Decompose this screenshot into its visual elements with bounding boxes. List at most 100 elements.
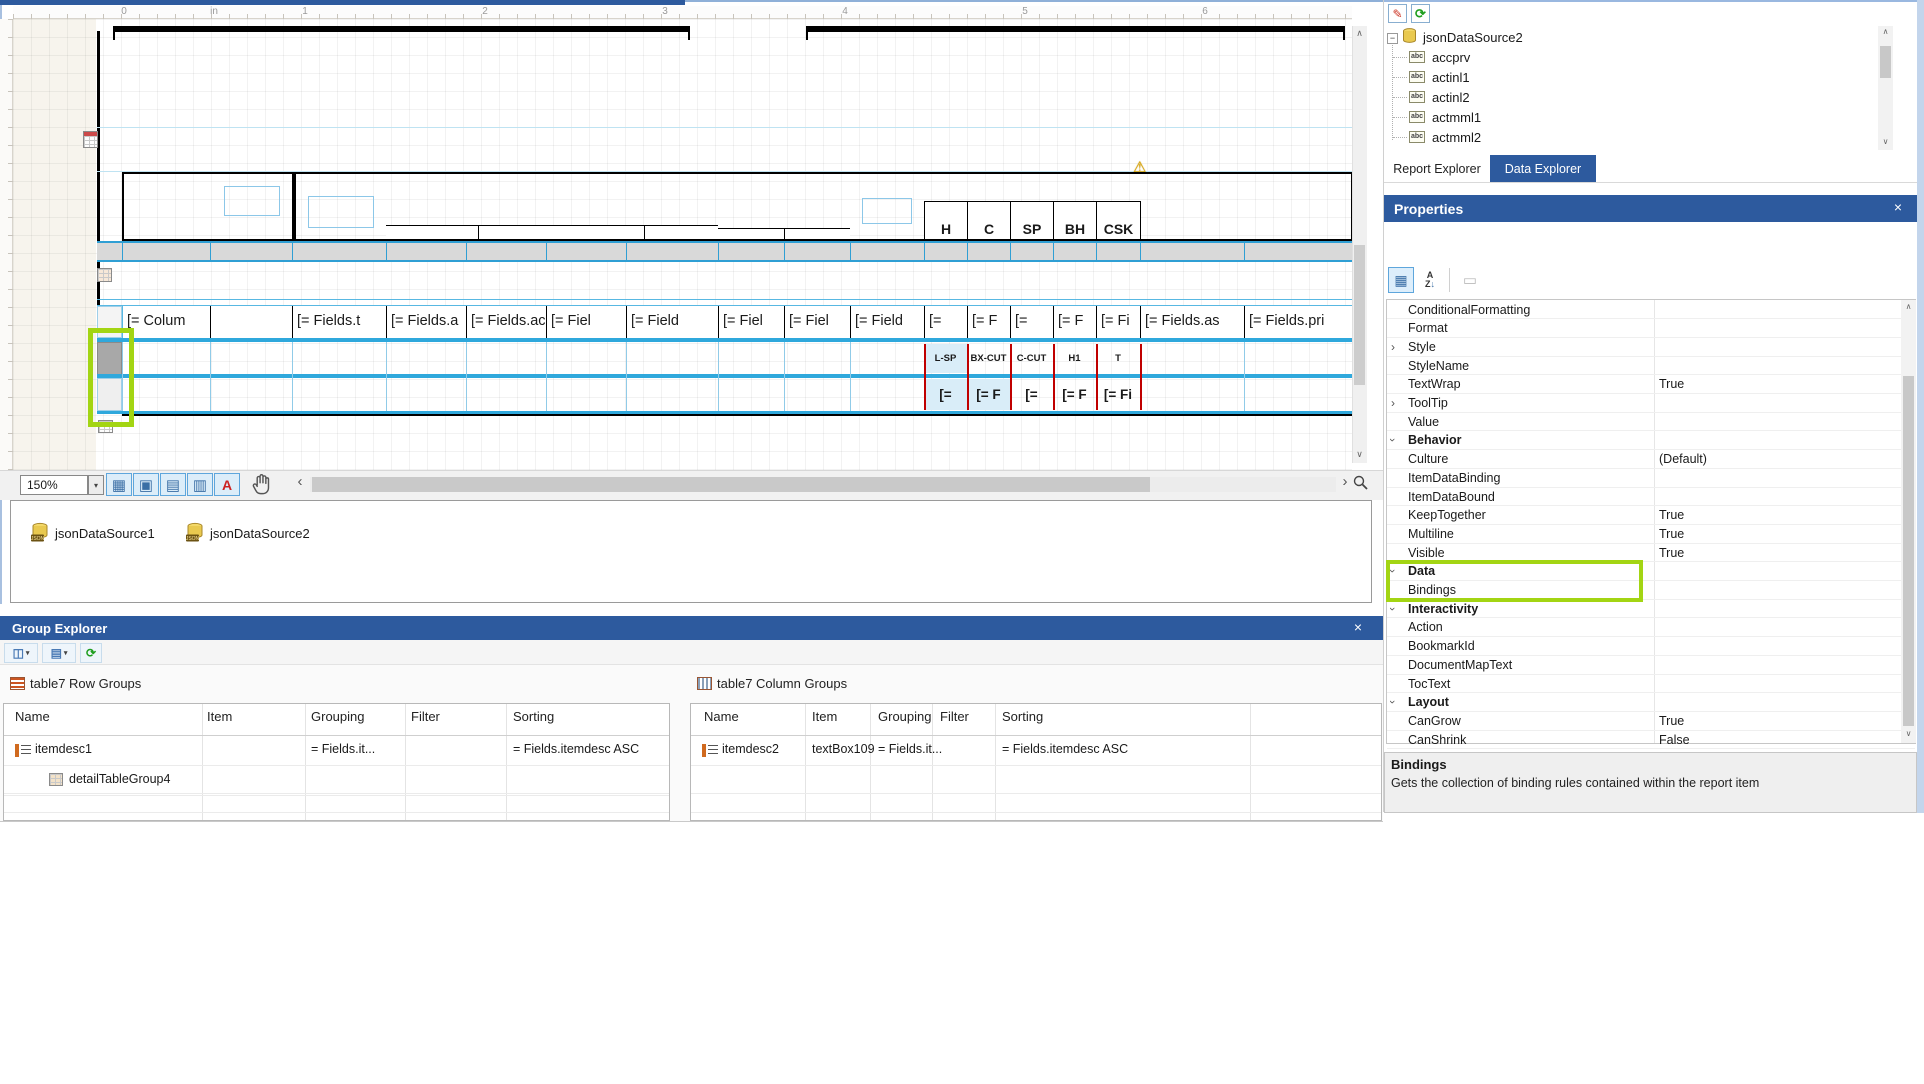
report-item-icon[interactable] (83, 131, 98, 148)
property-name[interactable]: Culture (1408, 452, 1648, 467)
canvas-vscrollbar-thumb[interactable] (1354, 245, 1365, 385)
detail-cell[interactable]: [= Colum (122, 306, 210, 338)
property-value[interactable]: True (1659, 546, 1889, 561)
property-name[interactable]: TocText (1408, 677, 1648, 692)
scroll-down-icon[interactable]: ∨ (1901, 729, 1916, 741)
scroll-up-icon[interactable]: ∧ (1352, 28, 1367, 42)
json-datasource-icon[interactable]: JSON (185, 522, 207, 543)
property-name[interactable]: DocumentMapText (1408, 658, 1648, 673)
detail-cell[interactable]: [= Fields.a (386, 306, 466, 338)
tree-scrollbar-thumb[interactable] (1880, 46, 1891, 78)
adorners-toggle-icon[interactable]: A (214, 473, 240, 496)
column-view-icon[interactable]: ◫▾ (4, 643, 38, 663)
group-row-sorting[interactable]: = Fields.itemdesc ASC (1002, 742, 1222, 758)
group-table-column-header[interactable]: Filter (411, 709, 501, 725)
property-name[interactable]: Action (1408, 620, 1648, 635)
detail-cell[interactable]: [= Field (626, 306, 718, 338)
header-cell-process-csk[interactable]: CSK (1096, 201, 1141, 241)
detail-cell[interactable] (210, 306, 292, 338)
edit-report-icon[interactable]: ✎ (1388, 4, 1407, 23)
tree-scrollbar-track[interactable] (1878, 26, 1893, 150)
zoom-level-input[interactable]: 150% (20, 475, 88, 495)
property-category-label[interactable]: Layout (1408, 695, 1648, 710)
header-cell-process-c[interactable]: C (967, 201, 1011, 241)
process-field-cell[interactable]: [= (924, 379, 967, 410)
property-name[interactable]: ToolTip (1408, 396, 1648, 411)
property-name[interactable]: Format (1408, 321, 1648, 336)
refresh-datasource-icon[interactable]: ⟳ (1411, 4, 1430, 23)
group-row-name[interactable]: detailTableGroup4 (69, 772, 229, 788)
margins-toggle-icon[interactable]: ▤ (160, 473, 186, 496)
tab-data-explorer[interactable]: Data Explorer (1490, 155, 1596, 182)
property-name[interactable]: Multiline (1408, 527, 1648, 542)
property-name[interactable]: Style (1408, 340, 1648, 355)
process-label-cell[interactable]: T (1096, 344, 1140, 373)
properties-scrollbar-thumb[interactable] (1903, 376, 1914, 726)
tree-field-label[interactable]: actmml1 (1432, 110, 1592, 126)
tree-field-label[interactable]: actinl2 (1432, 90, 1592, 106)
process-label-cell[interactable]: C-CUT (1010, 344, 1053, 373)
list-view-icon[interactable]: ▤▾ (42, 643, 76, 663)
categorized-view-icon[interactable]: ▦ (1388, 267, 1414, 293)
property-name[interactable]: CanGrow (1408, 714, 1648, 729)
process-label-cell[interactable]: H1 (1053, 344, 1096, 373)
property-name[interactable]: StyleName (1408, 359, 1648, 374)
property-name[interactable]: KeepTogether (1408, 508, 1648, 523)
tree-root-label[interactable]: jsonDataSource2 (1423, 30, 1623, 46)
tree-field-label[interactable]: actinl1 (1432, 70, 1592, 86)
scroll-down-icon[interactable]: ∨ (1878, 137, 1893, 149)
group-row-grouping[interactable]: = Fields.it... (311, 742, 411, 758)
tree-field-label[interactable]: accprv (1432, 50, 1592, 66)
property-value[interactable]: False (1659, 733, 1889, 748)
grid-toggle-icon[interactable]: ▦ (106, 473, 132, 496)
json-datasource-icon[interactable]: JSON (30, 522, 52, 543)
header-cell-process-h[interactable]: H (924, 201, 968, 241)
detail-cell[interactable]: [= F (1053, 306, 1096, 338)
detail-cell[interactable]: [= Fields.as (1140, 306, 1244, 338)
group-table-column-header[interactable]: Sorting (1002, 709, 1092, 725)
tree-expander[interactable]: − (1387, 33, 1398, 44)
group-row-grouping[interactable]: = Fields.it... (878, 742, 978, 758)
property-name[interactable]: TextWrap (1408, 377, 1648, 392)
detail-cell[interactable]: [= (924, 306, 967, 338)
zoom-dropdown-button[interactable]: ▾ (88, 475, 104, 495)
group-row-name[interactable]: itemdesc1 (35, 742, 195, 758)
detail-cell[interactable]: [= Fields.t (292, 306, 386, 338)
property-name[interactable]: ConditionalFormatting (1408, 303, 1648, 318)
process-label-cell[interactable]: BX-CUT (967, 344, 1010, 373)
detail-cell[interactable]: [= Fiel (784, 306, 850, 338)
property-name[interactable]: Value (1408, 415, 1648, 430)
tree-field-label[interactable]: actmml2 (1432, 130, 1592, 146)
table-column-band[interactable] (97, 241, 1353, 262)
header-cell-process-bh[interactable]: BH (1053, 201, 1097, 241)
refresh-icon[interactable]: ⟳ (80, 643, 102, 663)
snaplines-toggle-icon[interactable]: ▥ (187, 473, 213, 496)
process-field-cell[interactable]: [= F (967, 379, 1010, 410)
property-name[interactable]: ItemDataBinding (1408, 471, 1648, 486)
group-table-column-header[interactable]: Name (704, 709, 794, 725)
property-name[interactable]: ItemDataBound (1408, 490, 1648, 505)
canvas-hscrollbar-thumb[interactable] (312, 477, 1150, 492)
detail-cell[interactable]: [= Fields.pri (1244, 306, 1353, 338)
property-value[interactable]: True (1659, 527, 1889, 542)
detail-cell[interactable]: [= Fiel (718, 306, 784, 338)
sort-alphabetical-icon[interactable]: AZ↓ (1417, 267, 1443, 293)
group-table-column-header[interactable]: Grouping (311, 709, 401, 725)
group-table-column-header[interactable]: Item (207, 709, 297, 725)
process-field-cell[interactable]: [= Fi (1096, 379, 1140, 410)
property-name[interactable]: Visible (1408, 546, 1648, 561)
process-field-cell[interactable]: [= (1010, 379, 1053, 410)
scroll-left-icon[interactable]: ‹ (293, 473, 307, 493)
snap-grid-icon[interactable]: ▣ (133, 473, 159, 496)
detail-cell[interactable]: [= Fi (1096, 306, 1140, 338)
header-cell-process-sp[interactable]: SP (1010, 201, 1054, 241)
property-name[interactable]: BookmarkId (1408, 639, 1648, 654)
property-category-label[interactable]: Behavior (1408, 433, 1648, 448)
zoom-magnifier-icon[interactable] (1352, 474, 1370, 494)
property-value[interactable]: True (1659, 377, 1889, 392)
scroll-right-icon[interactable]: › (1338, 473, 1352, 493)
tab-report-explorer[interactable]: Report Explorer (1386, 155, 1488, 182)
group-table-column-header[interactable]: Name (15, 709, 105, 725)
property-name[interactable]: CanShrink (1408, 733, 1648, 748)
table-group-icon[interactable] (97, 268, 112, 282)
